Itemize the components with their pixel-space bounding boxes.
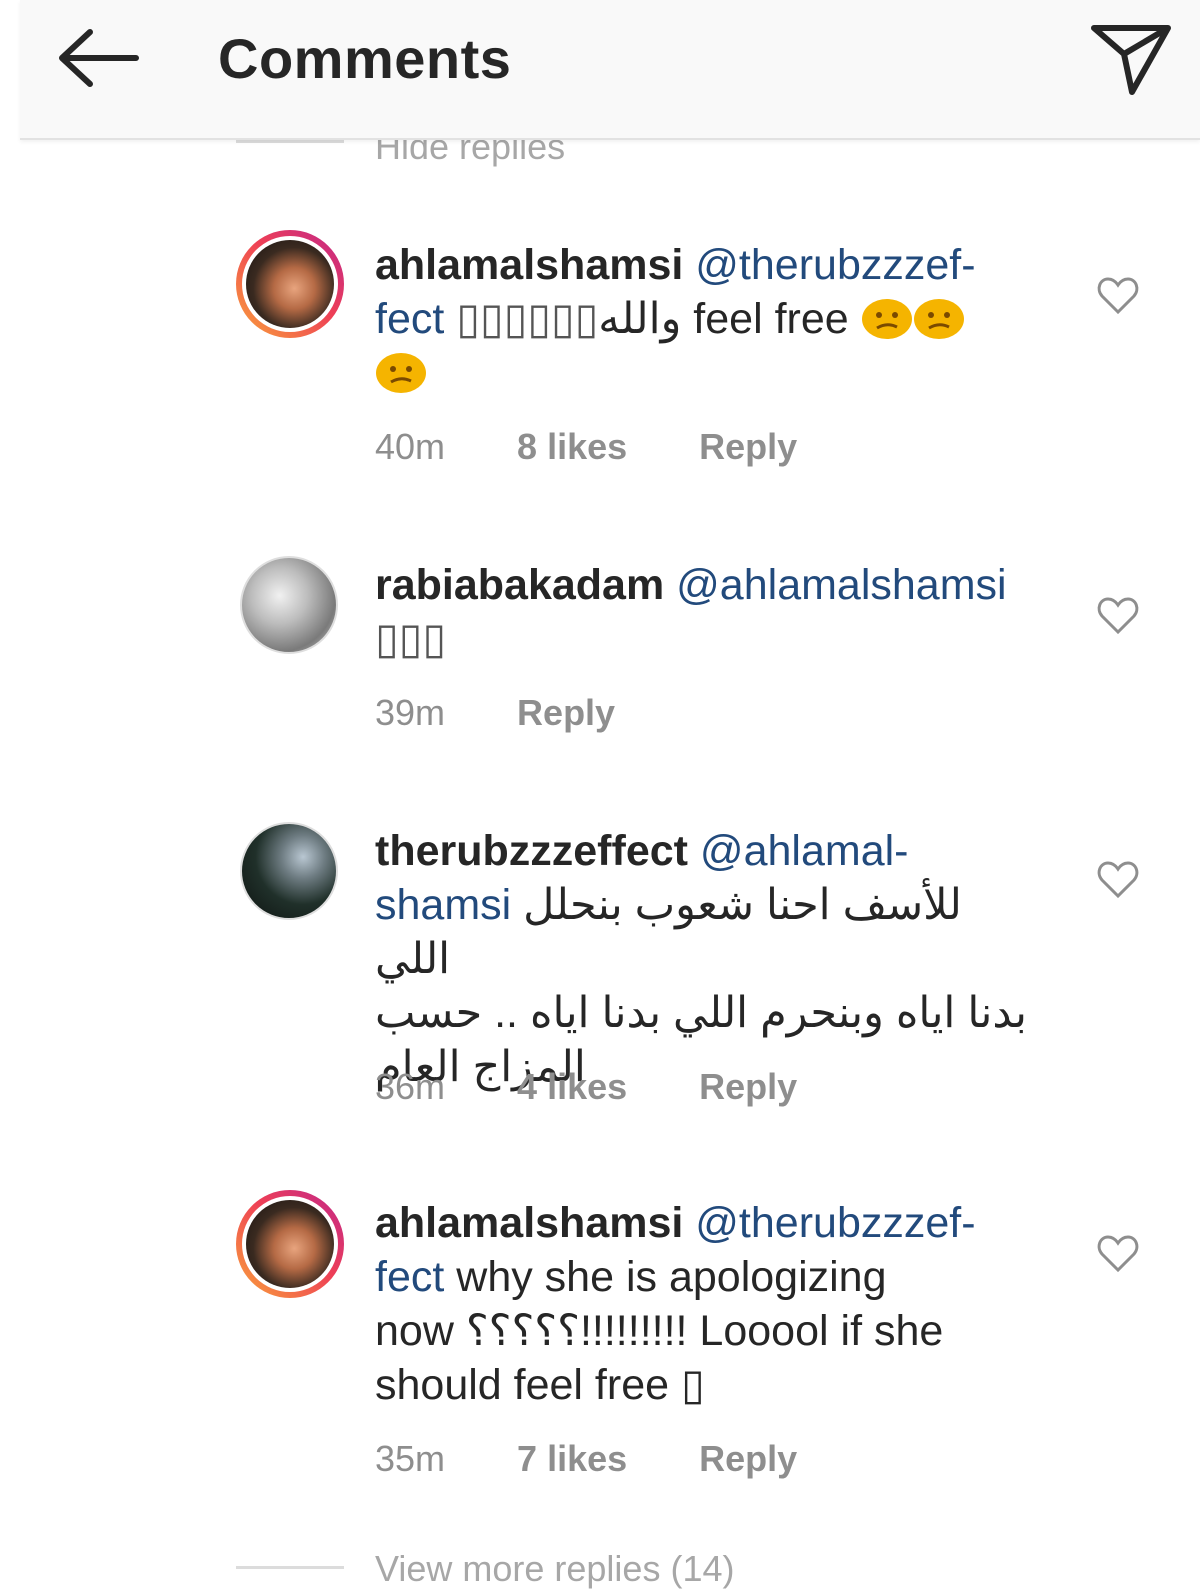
comment-meta: 36m 4 likes Reply bbox=[375, 1066, 859, 1108]
heart-icon[interactable] bbox=[1096, 860, 1140, 900]
avatar[interactable] bbox=[236, 230, 344, 338]
comment-mention[interactable]: @ahlamal- bbox=[700, 827, 909, 875]
comment-mention[interactable]: @therubzzzef- bbox=[695, 241, 975, 289]
comment-mention[interactable]: @therubzzzef- bbox=[695, 1199, 975, 1247]
profile-photo bbox=[246, 240, 334, 328]
comment-meta: 40m 8 likes Reply bbox=[375, 426, 859, 468]
comment-time: 35m bbox=[375, 1438, 446, 1479]
comment-mention-cont[interactable]: fect bbox=[375, 1253, 444, 1301]
comment-arabic-line: بدنا اياه وبنحرم اللي بدنا اياه .. حسب bbox=[375, 989, 1027, 1037]
comment-mention-cont[interactable]: shamsi bbox=[375, 881, 511, 929]
comment-text: rabiabakadam @ahlamalshamsi ▯▯▯ bbox=[375, 558, 1035, 666]
page-title: Comments bbox=[218, 27, 512, 90]
unsupported-glyphs: ▯▯▯▯▯▯ bbox=[456, 295, 599, 343]
comment-text: therubzzzeffect @ahlamal- shamsi للأسف ا… bbox=[375, 824, 1035, 1094]
comment-meta: 35m 7 likes Reply bbox=[375, 1438, 859, 1480]
comment-mention-cont[interactable]: fect bbox=[375, 295, 444, 343]
avatar[interactable] bbox=[240, 822, 338, 920]
comment-mention[interactable]: @ahlamalshamsi bbox=[676, 561, 1006, 609]
comment-username[interactable]: therubzzzeffect bbox=[375, 827, 688, 875]
avatar[interactable] bbox=[240, 556, 338, 654]
comment-meta: 39m Reply bbox=[375, 692, 677, 734]
comment-arabic: والله bbox=[598, 295, 682, 343]
comment-time: 39m bbox=[375, 692, 446, 733]
heart-icon[interactable] bbox=[1096, 276, 1140, 316]
reply-button[interactable]: Reply bbox=[699, 1066, 797, 1108]
comment-text: ahlamalshamsi @therubzzzef- fect why she… bbox=[375, 1196, 1035, 1412]
comment-body: ▯▯▯ bbox=[375, 615, 446, 663]
heart-icon[interactable] bbox=[1096, 596, 1140, 636]
heart-icon[interactable] bbox=[1096, 1234, 1140, 1274]
comment-username[interactable]: ahlamalshamsi bbox=[375, 241, 683, 289]
confused-face-emoji-icon bbox=[913, 299, 964, 339]
profile-photo bbox=[246, 1200, 334, 1288]
profile-photo bbox=[240, 822, 338, 920]
avatar[interactable] bbox=[236, 1190, 344, 1298]
confused-face-emoji-icon bbox=[861, 299, 912, 339]
likes-count[interactable]: 8 likes bbox=[517, 426, 627, 468]
reply-button[interactable]: Reply bbox=[699, 1438, 797, 1480]
comment-body: feel free bbox=[681, 295, 849, 343]
comment-time: 36m bbox=[375, 1066, 446, 1107]
confused-face-emoji-icon bbox=[376, 353, 426, 393]
comment-username[interactable]: rabiabakadam bbox=[375, 561, 664, 609]
view-more-replies-link[interactable]: View more replies (14) bbox=[375, 1548, 734, 1590]
likes-count[interactable]: 4 likes bbox=[517, 1066, 627, 1108]
reply-button[interactable]: Reply bbox=[517, 692, 615, 734]
comment-text: ahlamalshamsi @therubzzzef- fect ▯▯▯▯▯▯و… bbox=[375, 238, 1035, 400]
back-arrow-icon[interactable] bbox=[56, 26, 140, 90]
comment-username[interactable]: ahlamalshamsi bbox=[375, 1199, 683, 1247]
top-bar: Comments bbox=[20, 0, 1200, 140]
likes-count[interactable]: 7 likes bbox=[517, 1438, 627, 1480]
hide-replies-line bbox=[236, 140, 344, 143]
profile-photo bbox=[240, 556, 338, 654]
comment-body-line: why she is apologizing bbox=[444, 1253, 887, 1301]
reply-button[interactable]: Reply bbox=[699, 426, 797, 468]
comment-time: 40m bbox=[375, 426, 446, 467]
direct-send-icon[interactable] bbox=[1088, 18, 1172, 98]
comment-body-line: should feel free ▯ bbox=[375, 1361, 705, 1409]
comment-body-line: now ؟؟؟؟؟!!!!!!!!! Looool if she bbox=[375, 1307, 944, 1355]
